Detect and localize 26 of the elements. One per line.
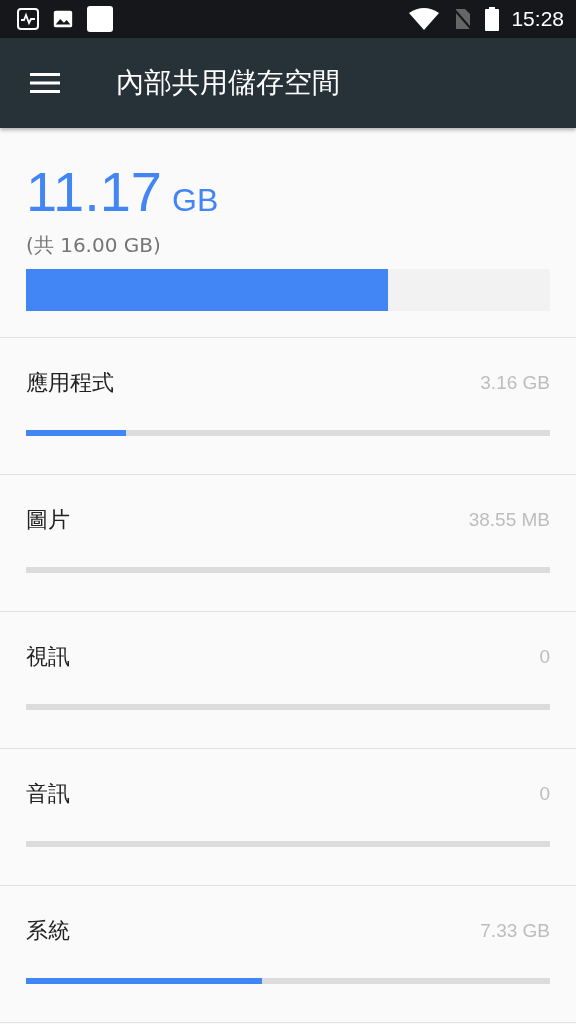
category-name: 圖片 <box>26 506 70 534</box>
category-row[interactable]: 視訊 0 <box>0 612 576 749</box>
total-capacity: (共 16.00 GB) <box>26 232 162 259</box>
category-row[interactable]: 系統 7.33 GB <box>0 886 576 1023</box>
category-row[interactable]: 應用程式 3.16 GB <box>0 338 576 475</box>
category-size: 38.55 MB <box>468 509 550 531</box>
used-amount: 11.17 <box>26 164 162 220</box>
square-icon <box>86 5 114 33</box>
activity-icon <box>16 7 40 31</box>
clock-time: 15:28 <box>511 7 564 31</box>
toolbar-title: 內部共用儲存空間 <box>116 65 340 101</box>
category-name: 系統 <box>26 917 70 945</box>
battery-icon <box>485 7 500 31</box>
image-icon <box>52 8 74 30</box>
category-size: 0 <box>539 646 550 668</box>
used-unit: GB <box>172 182 219 219</box>
category-row[interactable]: 圖片 38.55 MB <box>0 475 576 612</box>
category-size: 7.33 GB <box>480 920 550 942</box>
category-name: 視訊 <box>26 643 70 671</box>
category-name: 音訊 <box>26 780 70 808</box>
menu-button[interactable] <box>30 71 60 95</box>
category-row[interactable]: 音訊 0 <box>0 749 576 886</box>
wifi-icon <box>409 8 440 30</box>
category-name: 應用程式 <box>26 369 114 397</box>
category-size: 3.16 GB <box>480 372 550 394</box>
category-size: 0 <box>539 783 550 805</box>
